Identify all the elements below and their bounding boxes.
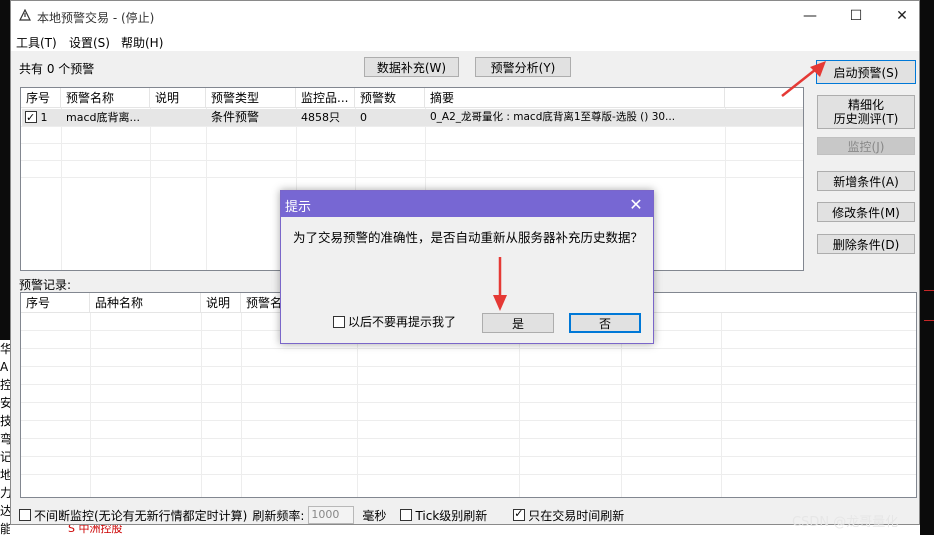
row-checkbox[interactable] <box>25 109 37 126</box>
dialog-close-icon[interactable]: ✕ <box>625 193 647 215</box>
window-title: 本地预警交易 - (停止) <box>37 11 155 25</box>
tick-refresh-label: Tick级别刷新 <box>415 508 488 523</box>
maximize-icon[interactable]: ☐ <box>833 1 879 31</box>
rec-col-index[interactable]: 序号 <box>21 293 90 313</box>
col-index[interactable]: 序号 <box>21 88 61 108</box>
col-count[interactable]: 预警数 <box>355 88 425 108</box>
row-monitor: 4858只 <box>301 111 340 124</box>
row-count: 0 <box>360 111 367 124</box>
dont-ask-option[interactable]: 以后不要再提示我了 <box>333 313 456 330</box>
col-summary[interactable]: 摘要 <box>425 88 725 108</box>
modify-condition-button[interactable]: 修改条件(M) <box>817 202 915 222</box>
prompt-dialog: 提示 ✕ 为了交易预警的准确性，是否自动重新从服务器补充历史数据？ 以后不要再提… <box>280 190 654 344</box>
trade-time-refresh-label: 只在交易时间刷新 <box>528 508 625 523</box>
watermark: CSDN @龙哥量化 <box>792 515 899 530</box>
alert-analysis-button[interactable]: 预警分析(Y) <box>475 57 571 77</box>
menu-help[interactable]: 帮助(H) <box>121 34 163 51</box>
dialog-title-bar: 提示 ✕ <box>281 191 653 217</box>
background-char: 技 <box>0 414 10 428</box>
alert-count-label: 共有 0 个预警 <box>19 62 95 76</box>
trade-time-refresh-checkbox[interactable] <box>513 507 526 521</box>
no-button[interactable]: 否 <box>569 313 641 333</box>
app-warning-icon <box>19 9 31 21</box>
background-char: A <box>0 360 9 374</box>
col-name[interactable]: 预警名称 <box>61 88 150 108</box>
dialog-title: 提示 <box>285 200 312 215</box>
background-bottom-strip: S 中洲控股 <box>10 525 920 535</box>
row-name: macd底背离... <box>66 111 140 124</box>
dont-ask-label: 以后不要再提示我了 <box>348 315 457 329</box>
row-index: 1 <box>40 111 48 124</box>
continuous-monitor-label: 不间断监控(无论有无新行情都定时计算) <box>34 508 248 523</box>
close-icon[interactable]: ✕ <box>879 1 925 31</box>
minimize-icon[interactable]: — <box>787 1 833 31</box>
background-char: 控 <box>0 378 10 392</box>
start-alert-button[interactable]: 启动预警(S) <box>816 60 916 84</box>
rec-col-name[interactable]: 品种名称 <box>90 293 201 313</box>
col-desc[interactable]: 说明 <box>150 88 206 108</box>
background-char: 能 <box>0 522 10 535</box>
title-bar: 本地预警交易 - (停止) — ☐ ✕ <box>11 1 919 31</box>
refresh-rate-label: 刷新频率: <box>252 508 305 523</box>
rec-col-desc[interactable]: 说明 <box>201 293 241 313</box>
row-type: 条件预警 <box>211 110 260 124</box>
data-supplement-button[interactable]: 数据补充(W) <box>364 57 459 77</box>
dialog-message: 为了交易预警的准确性，是否自动重新从服务器补充历史数据？ <box>293 230 644 245</box>
alert-table-header: 序号 预警名称 说明 预警类型 监控品... 预警数 摘要 <box>21 88 803 108</box>
background-char: 达 <box>0 504 10 518</box>
continuous-monitor-checkbox[interactable] <box>19 509 31 521</box>
background-char: 安 <box>0 396 10 410</box>
menu-bar: 工具(T) 设置(S) 帮助(H) <box>11 31 919 51</box>
refresh-rate-input[interactable]: 1000 <box>308 506 355 524</box>
background-char: 弯 <box>0 432 10 446</box>
col-type[interactable]: 预警类型 <box>206 88 296 108</box>
background-right-strip <box>920 0 934 535</box>
bottom-options-bar: 不间断监控(无论有无新行情都定时计算) 刷新频率: 1000 毫秒 Tick级别… <box>19 506 624 524</box>
menu-settings[interactable]: 设置(S) <box>69 34 110 51</box>
tick-refresh-checkbox[interactable] <box>400 509 413 521</box>
background-char: 力 <box>0 486 10 500</box>
row-summary: 0_A2_龙哥量化 : macd底背离1至尊版-选股 () 30... <box>430 111 676 123</box>
background-char: 地 <box>0 468 10 482</box>
yes-button[interactable]: 是 <box>482 313 554 333</box>
background-left-chars: 华A控安技弯记地力达能致 <box>0 340 10 535</box>
historical-evaluation-button[interactable]: 精细化 历史测评(T) <box>817 95 915 129</box>
refresh-rate-unit: 毫秒 <box>362 508 387 523</box>
background-stock-text: S 中洲控股 <box>68 525 123 535</box>
background-char: 记 <box>0 450 10 464</box>
row-desc <box>150 109 206 126</box>
records-label: 预警记录: <box>19 278 72 292</box>
monitor-button[interactable]: 监控(J) <box>817 137 915 155</box>
add-condition-button[interactable]: 新增条件(A) <box>817 171 915 191</box>
historical-evaluation-line2: 历史测评(T) <box>833 112 899 126</box>
col-monitor[interactable]: 监控品... <box>296 88 355 108</box>
menu-tools[interactable]: 工具(T) <box>16 34 57 51</box>
background-char: 华 <box>0 342 10 356</box>
historical-evaluation-line1: 精细化 <box>847 98 884 112</box>
dont-ask-checkbox[interactable] <box>333 315 345 328</box>
delete-condition-button[interactable]: 删除条件(D) <box>817 234 915 254</box>
row-index-cell: 1 <box>21 109 61 126</box>
